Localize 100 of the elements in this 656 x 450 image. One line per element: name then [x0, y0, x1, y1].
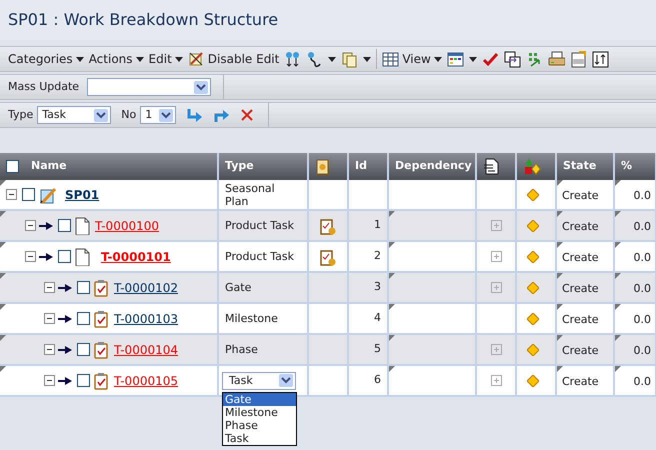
collapse-icon[interactable] — [44, 282, 55, 293]
table-cell: 2 — [349, 242, 387, 271]
clipboard-check-icon — [93, 278, 111, 296]
corner-mark-icon — [557, 366, 563, 372]
calendar-icon[interactable] — [446, 50, 464, 68]
dropdown-option[interactable]: Milestone — [223, 406, 296, 419]
type-dropdown[interactable]: Task — [222, 372, 296, 390]
menu-button[interactable]: Actions — [88, 50, 144, 68]
select-all-checkbox[interactable] — [6, 160, 19, 173]
table-cell: Milestone — [219, 304, 307, 333]
row-checkbox[interactable] — [77, 312, 90, 325]
collapse-icon[interactable] — [25, 251, 36, 262]
insert-below-icon[interactable] — [186, 108, 204, 122]
table-cell — [349, 180, 387, 209]
task-link[interactable]: T-0000103 — [114, 310, 178, 328]
column-header[interactable]: Type — [219, 153, 307, 180]
corner-mark-icon — [0, 304, 6, 310]
arrow-icon — [39, 252, 53, 260]
copy-icon[interactable] — [341, 50, 358, 68]
corner-mark-icon — [615, 273, 621, 279]
window-title: SP01 : Work Breakdown Structure — [8, 9, 278, 31]
percent-text: 0.0 — [634, 312, 651, 328]
corner-mark-icon — [0, 180, 6, 186]
arrow-icon — [58, 284, 72, 292]
diamond-icon — [527, 312, 539, 324]
dropdown-option[interactable]: Task — [223, 432, 296, 445]
collapse-icon[interactable] — [44, 375, 55, 386]
arrow-icon — [39, 222, 53, 230]
column-header[interactable]: Name — [0, 153, 217, 180]
corner-mark-icon — [557, 180, 563, 186]
table-cell: Product Task — [219, 211, 307, 240]
caret-icon[interactable] — [468, 56, 477, 62]
corner-mark-icon — [557, 273, 563, 279]
dropdown-option[interactable]: Phase — [223, 419, 296, 432]
diamond-icon — [527, 374, 539, 386]
corner-mark-icon — [389, 273, 395, 279]
corner-mark-icon — [557, 211, 563, 217]
corner-mark-icon — [0, 273, 6, 279]
task-link[interactable]: T-0000102 — [114, 278, 178, 296]
document-lines-icon[interactable] — [483, 158, 501, 175]
menu-button[interactable]: Categories — [8, 50, 84, 68]
type-dropdown[interactable]: Task — [37, 106, 112, 124]
table-icon[interactable] — [382, 50, 400, 68]
task-link[interactable]: SP01 — [65, 186, 100, 204]
check-icon[interactable] — [482, 50, 499, 68]
caret-icon[interactable] — [136, 56, 144, 62]
column-header[interactable]: State — [557, 153, 613, 180]
corner-mark-icon — [389, 242, 395, 248]
caret-icon[interactable] — [363, 56, 372, 62]
disable-edit-button[interactable]: Disable Edit — [188, 50, 280, 68]
column-header[interactable]: Dependency — [389, 153, 475, 180]
table-cell: 5 — [349, 335, 387, 364]
column-header[interactable]: Id — [349, 153, 387, 180]
row-checkbox[interactable] — [77, 281, 90, 294]
caret-icon[interactable] — [174, 56, 183, 62]
insert-after-icon[interactable] — [213, 108, 230, 122]
pencil-icon[interactable] — [188, 50, 205, 68]
column-header[interactable] — [477, 153, 515, 180]
row-checkbox[interactable] — [77, 343, 90, 356]
arrow-diamond-icon[interactable] — [523, 158, 541, 175]
table-cell: 4 — [349, 304, 387, 333]
sort-icon[interactable] — [592, 50, 609, 68]
row-checkbox[interactable] — [77, 374, 90, 387]
state-text: Create — [562, 374, 599, 390]
number-dropdown[interactable]: 1 — [140, 106, 176, 124]
task-link[interactable]: T-0000105 — [114, 372, 178, 390]
diamond-icon — [527, 250, 539, 262]
menu-button[interactable]: Edit — [148, 50, 183, 68]
clipboard-check-icon — [93, 310, 111, 328]
dropdown-list[interactable]: Gate Milestone Phase Task — [222, 392, 297, 446]
row-checkbox[interactable] — [58, 250, 71, 263]
collapse-icon[interactable] — [25, 220, 36, 231]
table-cell: Seasonal Plan — [219, 180, 307, 209]
column-label: Name — [31, 158, 67, 174]
diamond-icon — [527, 220, 539, 232]
corner-mark-icon — [615, 335, 621, 341]
view-button[interactable]: View — [382, 50, 442, 68]
caret-icon[interactable] — [434, 56, 442, 62]
caret-icon[interactable] — [76, 56, 84, 62]
delete-icon[interactable] — [240, 108, 254, 122]
state-text: Create — [562, 342, 599, 359]
column-header[interactable] — [309, 153, 347, 180]
percent-text: 0.0 — [634, 188, 651, 204]
collapse-icon[interactable] — [6, 189, 17, 200]
dropdown-option[interactable]: Gate — [223, 393, 296, 406]
link-icon[interactable] — [306, 50, 324, 68]
collapse-icon[interactable] — [44, 344, 55, 355]
state-text: Create — [562, 280, 599, 297]
row-checkbox[interactable] — [58, 219, 71, 232]
column-header[interactable]: % — [615, 153, 655, 180]
printer-icon[interactable] — [548, 50, 565, 68]
row-checkbox[interactable] — [22, 188, 35, 201]
hierarchy-icon[interactable] — [284, 50, 302, 68]
task-link[interactable]: T-0000101 — [101, 248, 171, 266]
caret-icon[interactable] — [328, 56, 336, 62]
corner-mark-icon — [0, 242, 6, 248]
corner-mark-icon — [557, 335, 563, 341]
collapse-icon[interactable] — [44, 313, 55, 324]
swap-icon[interactable] — [504, 50, 521, 68]
percent-text: 0.0 — [634, 218, 651, 235]
